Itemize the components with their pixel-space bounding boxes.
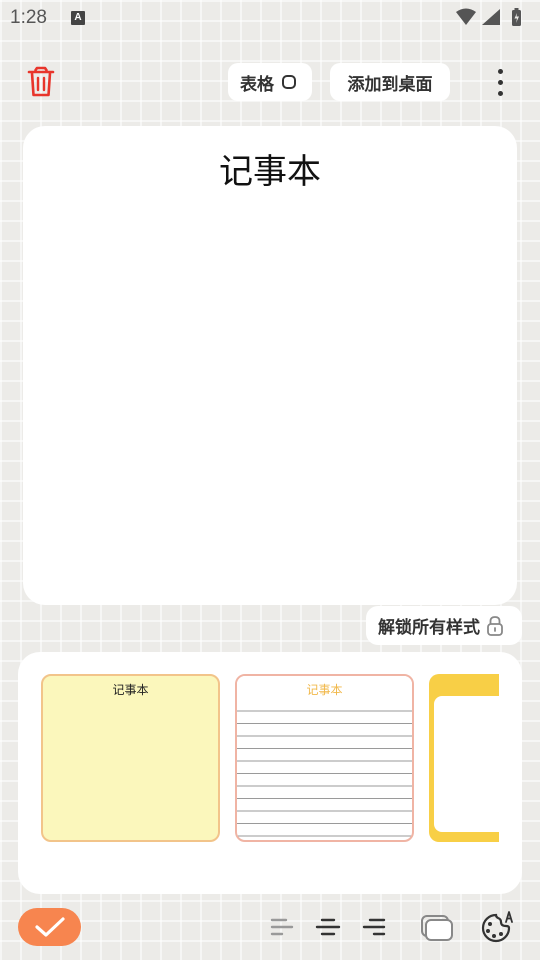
note-title: 记事本 (219, 152, 321, 192)
align-right-icon (362, 918, 386, 936)
palette-button[interactable] (479, 910, 515, 944)
more-vertical-icon (497, 69, 503, 74)
align-center-button[interactable] (310, 910, 346, 944)
layers-icon (421, 915, 453, 941)
more-dot (497, 80, 503, 85)
style-thumb-lined[interactable]: 记事本 (235, 674, 414, 842)
more-dot (497, 91, 503, 96)
note-preview-card[interactable]: 记事本 (23, 126, 517, 605)
unlock-all-styles-button[interactable]: 解锁所有样式 (366, 606, 522, 645)
add-to-desktop-label: 添加到桌面 (347, 74, 433, 95)
style-thumbnails[interactable]: 记事本 记事本 (41, 674, 499, 844)
style-thumb-label: 记事本 (112, 683, 149, 697)
wifi-icon (456, 8, 476, 25)
battery-icon (512, 8, 521, 26)
status-bar: 1:28 A (0, 0, 540, 36)
table-label: 表格 (240, 74, 274, 95)
align-left-icon (270, 918, 294, 936)
check-icon (34, 917, 65, 937)
notification-icon: A (71, 11, 85, 25)
style-thumb-orange[interactable] (429, 674, 499, 842)
signal-icon (482, 9, 500, 25)
unlock-label: 解锁所有样式 (378, 618, 480, 638)
align-right-button[interactable] (356, 910, 392, 944)
styles-panel: 记事本 记事本 (18, 652, 522, 894)
trash-icon (27, 66, 55, 97)
lock-icon (487, 615, 503, 636)
table-toggle-button[interactable]: 表格 (228, 63, 312, 101)
palette-icon (481, 911, 513, 943)
status-icons (456, 8, 521, 26)
status-time: 1:28 (10, 7, 47, 28)
style-thumb-yellow[interactable]: 记事本 (41, 674, 220, 842)
add-to-desktop-button[interactable]: 添加到桌面 (330, 63, 450, 101)
align-left-button[interactable] (264, 910, 300, 944)
table-toggle-indicator (282, 75, 296, 89)
bottom-toolbar (0, 900, 540, 960)
layers-button[interactable] (419, 910, 455, 944)
style-thumb-orange-paper (434, 696, 499, 832)
align-center-icon (315, 918, 341, 936)
style-thumb-label: 记事本 (306, 683, 343, 697)
delete-button[interactable] (26, 66, 56, 98)
more-options-button[interactable] (490, 66, 510, 100)
confirm-button[interactable] (18, 908, 81, 946)
